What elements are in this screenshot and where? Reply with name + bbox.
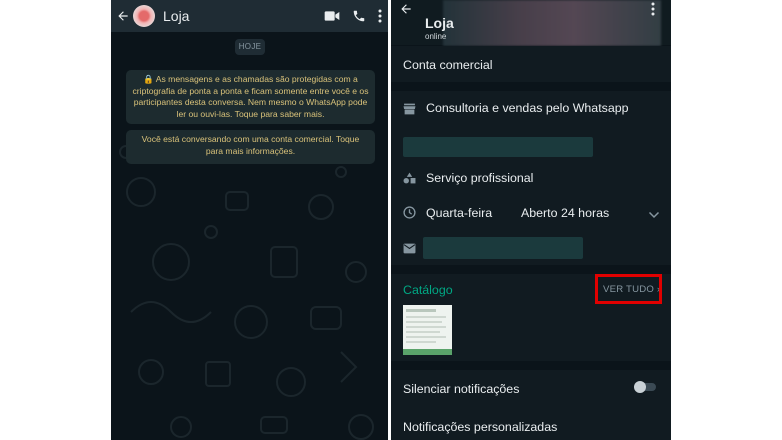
more-options-icon[interactable] — [378, 9, 382, 23]
avatar[interactable] — [133, 5, 155, 27]
contact-name[interactable]: Loja — [163, 8, 189, 24]
store-icon — [403, 102, 417, 116]
online-status: online — [425, 32, 447, 41]
business-info-section: Consultoria e vendas pelo Whatsapp Servi… — [391, 91, 671, 265]
business-hours-day[interactable]: Quarta-feira — [426, 206, 492, 220]
account-type-section: Conta comercial — [391, 46, 671, 82]
account-type-label: Conta comercial — [403, 58, 493, 72]
profile-screen: Loja online Conta comercial Consultoria … — [391, 0, 671, 440]
shapes-icon — [403, 171, 417, 185]
chevron-down-icon[interactable] — [648, 207, 662, 221]
chat-screen: Loja HOJE 🔒 As mensagens e as chamadas s… — [111, 0, 388, 440]
clock-icon — [403, 206, 417, 220]
video-call-icon[interactable] — [324, 10, 340, 22]
email-icon — [403, 241, 417, 255]
chat-header: Loja — [111, 0, 388, 32]
mute-notifications-label[interactable]: Silenciar notificações — [403, 382, 519, 396]
date-chip: HOJE — [235, 39, 265, 55]
business-account-notice[interactable]: Você está conversando com uma conta come… — [126, 130, 375, 164]
business-hours-value[interactable]: Aberto 24 horas — [521, 206, 609, 220]
divider — [391, 361, 671, 370]
catalog-item-thumbnail[interactable] — [403, 305, 452, 355]
catalog-label: Catálogo — [403, 283, 453, 297]
redacted-description — [403, 137, 593, 157]
profile-header: Loja online — [391, 0, 671, 46]
mute-toggle[interactable] — [634, 381, 656, 393]
phone-call-icon[interactable] — [352, 9, 366, 23]
notifications-section: Silenciar notificações Notificações pers… — [391, 370, 671, 440]
more-options-icon[interactable] — [651, 2, 661, 18]
business-category: Consultoria e vendas pelo Whatsapp — [426, 101, 629, 115]
custom-notifications-label[interactable]: Notificações personalizadas — [403, 420, 557, 434]
profile-cover-image — [443, 0, 661, 46]
chat-area[interactable]: HOJE 🔒 As mensagens e as chamadas são pr… — [111, 32, 388, 440]
service-type: Serviço profissional — [426, 171, 534, 185]
redacted-email[interactable] — [423, 237, 583, 259]
back-arrow-icon[interactable] — [399, 2, 419, 22]
back-arrow-icon[interactable] — [113, 0, 133, 32]
highlight-box — [595, 274, 662, 304]
divider — [391, 82, 671, 91]
encryption-notice[interactable]: 🔒 As mensagens e as chamadas são protegi… — [126, 70, 375, 124]
divider — [391, 265, 671, 274]
contact-name: Loja — [425, 15, 454, 31]
